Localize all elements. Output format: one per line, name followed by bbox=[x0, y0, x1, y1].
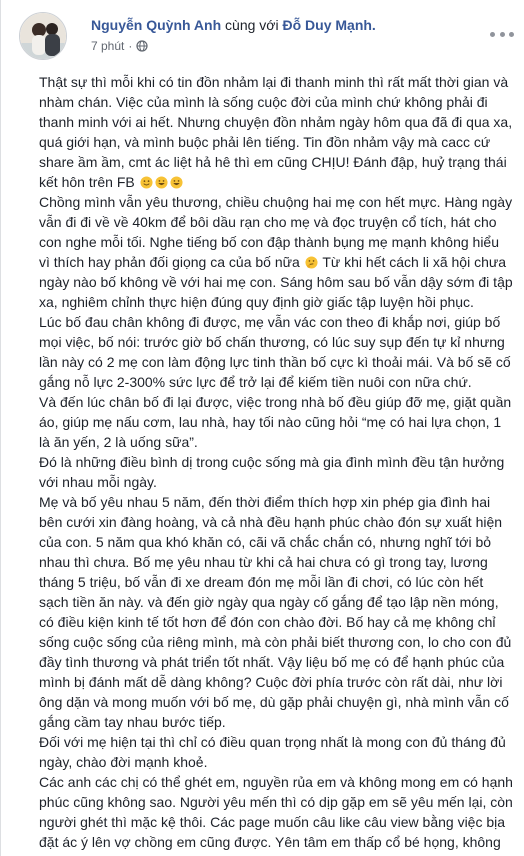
facebook-post: Nguyễn Quỳnh Anh cùng với Đỗ Duy Mạnh. 7… bbox=[0, 0, 524, 856]
grin-emoji-icon bbox=[155, 176, 168, 189]
post-time[interactable]: 7 phút bbox=[91, 38, 124, 54]
post-paragraph: Đó là những điều bình dị trong cuộc sống… bbox=[39, 452, 513, 492]
globe-icon[interactable] bbox=[136, 40, 148, 52]
avatar-photo bbox=[20, 13, 66, 59]
post-subline: 7 phút · bbox=[91, 38, 474, 54]
more-dot bbox=[499, 31, 505, 37]
more-dot bbox=[509, 31, 514, 37]
time-separator: · bbox=[128, 39, 133, 53]
grin-emoji-icon bbox=[170, 176, 183, 189]
post-paragraph: Và đến lúc chân bố đi lại được, việc tro… bbox=[39, 392, 513, 452]
paragraph-text: Đối với mẹ hiện tại thì chỉ có điều quan… bbox=[39, 734, 506, 770]
post-paragraph: Chồng mình vẫn yêu thương, chiều chuộng … bbox=[39, 192, 513, 312]
smile-emoji-icon bbox=[140, 176, 153, 189]
author-name[interactable]: Nguyễn Quỳnh Anh bbox=[91, 17, 221, 33]
thinking-emoji-icon bbox=[305, 256, 318, 269]
post-paragraph: Các anh các chị có thể ghét em, nguyền r… bbox=[39, 772, 513, 856]
tagged-user[interactable]: Đỗ Duy Mạnh. bbox=[282, 17, 375, 33]
more-dot bbox=[490, 31, 495, 37]
author-line: Nguyễn Quỳnh Anh cùng với Đỗ Duy Mạnh. bbox=[91, 16, 474, 34]
post-header: Nguyễn Quỳnh Anh cùng với Đỗ Duy Mạnh. 7… bbox=[19, 12, 514, 62]
post-paragraph: Đối với mẹ hiện tại thì chỉ có điều quan… bbox=[39, 732, 513, 772]
post-paragraph: Mẹ và bố yêu nhau 5 năm, đến thời điểm t… bbox=[39, 492, 513, 732]
post-body: Thật sự thì mỗi khi có tin đồn nhảm lại … bbox=[39, 72, 513, 856]
more-options-icon[interactable] bbox=[490, 26, 514, 42]
paragraph-text: Và đến lúc chân bố đi lại được, việc tro… bbox=[39, 394, 512, 450]
paragraph-text: Các anh các chị có thể ghét em, nguyền r… bbox=[39, 774, 513, 856]
post-paragraph: Thật sự thì mỗi khi có tin đồn nhảm lại … bbox=[39, 72, 513, 192]
author-avatar[interactable] bbox=[19, 12, 67, 60]
paragraph-text: Mẹ và bố yêu nhau 5 năm, đến thời điểm t… bbox=[39, 494, 512, 730]
with-text: cùng với bbox=[225, 17, 279, 33]
post-meta: Nguyễn Quỳnh Anh cùng với Đỗ Duy Mạnh. 7… bbox=[91, 16, 474, 54]
paragraph-text: Thật sự thì mỗi khi có tin đồn nhảm lại … bbox=[39, 74, 513, 190]
paragraph-text: Lúc bố đau chân không đi được, mẹ vẫn vá… bbox=[39, 314, 511, 390]
post-paragraph: Lúc bố đau chân không đi được, mẹ vẫn vá… bbox=[39, 312, 513, 392]
paragraph-text: Đó là những điều bình dị trong cuộc sống… bbox=[39, 454, 505, 490]
